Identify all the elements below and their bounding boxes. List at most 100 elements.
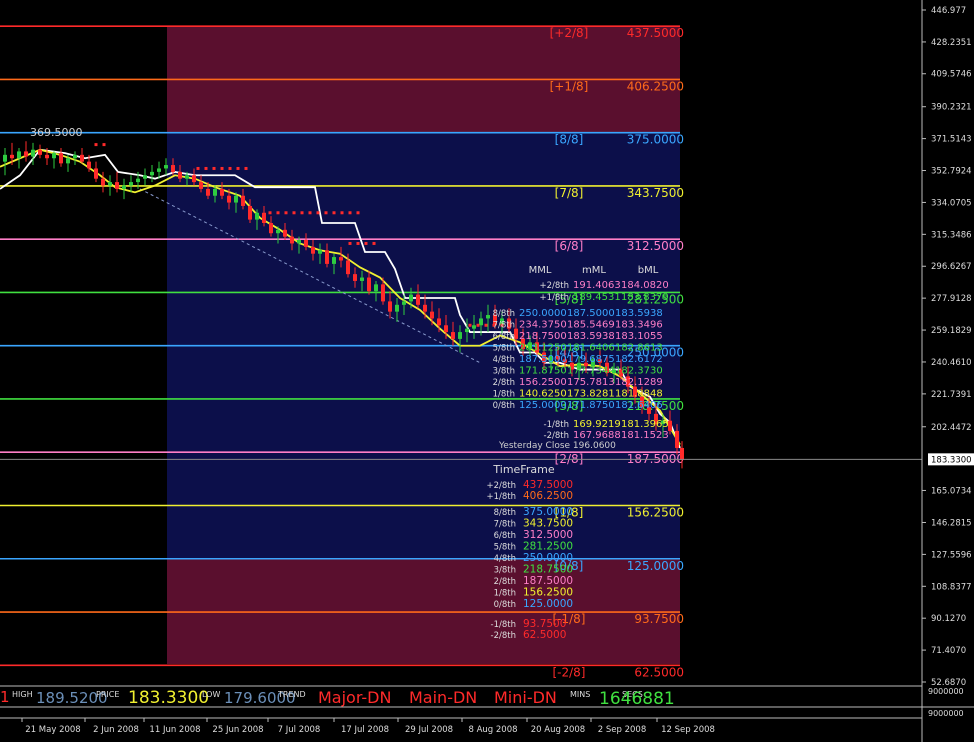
status-trend-mini: Mini-DN (494, 688, 557, 707)
timeframe-row-value: 187.5000 (523, 575, 573, 587)
timeframe-row-value: 343.7500 (523, 518, 573, 530)
candle-body (73, 154, 77, 159)
time-tick-label: 8 Aug 2008 (468, 725, 517, 735)
mml-row-mvalue: 171.8750 (567, 400, 615, 411)
status-low-label: LOW (202, 690, 220, 699)
mml-row-bvalue: 182.8613 (615, 343, 663, 354)
mml-row-value: 140.6250 (519, 389, 567, 400)
price-chart[interactable]: [+2/8] 437.5000 [+1/8] 406.2500 [8/8] 375.000… (0, 0, 974, 742)
level-value: 343.7500 (627, 186, 684, 200)
mml-row-label: 4/8th (493, 355, 515, 365)
mml-row-bvalue: 181.6406 (615, 400, 663, 411)
candle-body (675, 430, 679, 448)
status-mins-label: MINS (570, 690, 590, 699)
stop-dot (268, 211, 272, 215)
candle-body (395, 304, 399, 312)
timeframe-row-label: 3/8th (494, 566, 516, 576)
current-price-tag-label: 183.3300 (931, 455, 972, 465)
mml-header: MML (529, 265, 552, 276)
timeframe-title: TimeFrame (492, 463, 554, 476)
price-tick-label: 390.2321 (931, 103, 972, 113)
yesterday-close-label: Yesterday Close 196.0600 (498, 441, 616, 451)
status-timer-value: 1646881 (599, 689, 675, 709)
mml-row-label: 6/8th (493, 332, 515, 342)
mml-row-bvalue: 183.5938 (615, 308, 663, 319)
candle-body (213, 188, 217, 196)
candle-body (164, 165, 168, 169)
candle-body (479, 318, 483, 326)
candle-body (143, 175, 147, 179)
candle-body (108, 182, 112, 186)
price-tick-label: 90.1270 (931, 614, 966, 624)
mml-row-value: 125.0000 (519, 400, 567, 411)
stop-dot (468, 323, 472, 327)
candle-body (66, 158, 70, 164)
stop-dot (316, 211, 320, 215)
candle-body (304, 240, 308, 247)
timeframe-row-value: 406.2500 (523, 490, 573, 502)
status-lead: 1 (0, 688, 10, 706)
stop-dot (276, 211, 280, 215)
candle-body (150, 171, 154, 176)
sub-axis-bottom: 9000000 (928, 709, 964, 718)
status-trend-main: Main-DN (409, 688, 477, 707)
mml-row-mvalue: 181.6406 (567, 343, 615, 354)
stop-dot (364, 241, 368, 245)
candle-body (157, 168, 161, 172)
candle-body (346, 260, 350, 275)
candle-body (437, 318, 441, 326)
time-tick-label: 2 Sep 2008 (598, 725, 646, 735)
timeframe-row-label: 0/8th (494, 600, 516, 610)
mml-row-value: 171.8750 (519, 366, 567, 377)
candle-body (38, 149, 42, 155)
mml-row-value: 156.2500 (519, 377, 567, 388)
timeframe-row-label: 6/8th (494, 531, 516, 541)
stop-dot (324, 211, 328, 215)
mml-row-value: 191.4063 (573, 280, 621, 291)
price-tick-label: 334.0705 (931, 198, 972, 208)
candle-body (262, 212, 266, 224)
candle-body (248, 205, 252, 220)
price-tick-label: 71.4070 (931, 646, 966, 656)
stop-dot (300, 211, 304, 215)
mml-row-label: 5/8th (493, 344, 515, 354)
mml-row-value: 167.9688 (573, 430, 621, 441)
mml-row-mvalue: 187.5000 (567, 308, 615, 319)
candle-body (297, 240, 301, 244)
candle-body (325, 250, 329, 264)
candle-body (241, 195, 245, 206)
mml-row-value: 203.1250 (519, 343, 567, 354)
mml-row-mvalue: 177.7344 (567, 366, 615, 377)
mml-header: mML (582, 265, 606, 276)
stop-dot (356, 211, 360, 215)
time-tick-label: 7 Jul 2008 (278, 725, 321, 735)
stop-dot (332, 211, 336, 215)
mml-row-mvalue: 183.8379 (621, 292, 669, 303)
candle-body (332, 257, 336, 264)
candle-body (220, 188, 224, 196)
time-tick-label: 25 Jun 2008 (212, 725, 263, 735)
timeframe-row-value: 281.2500 (523, 541, 573, 553)
mml-row-label: +2/8th (539, 281, 569, 291)
timeframe-row-label: 8/8th (494, 508, 516, 518)
candle-body (87, 161, 91, 169)
mml-row-bvalue: 182.1289 (615, 377, 663, 388)
mml-row-mvalue: 181.1523 (621, 430, 669, 441)
candle-body (311, 246, 315, 254)
candle-body (680, 447, 684, 460)
candle-body (465, 328, 469, 333)
level-value: 93.7500 (634, 612, 684, 626)
mml-row-label: -2/8th (544, 431, 569, 441)
mml-row-mvalue: 183.5938 (567, 331, 615, 342)
status-trend-label: TREND (277, 690, 306, 699)
candle-body (388, 301, 392, 312)
candle-body (367, 277, 371, 292)
price-tick-label: 202.4472 (931, 423, 972, 433)
price-tick-label: 108.8377 (931, 582, 972, 592)
timeframe-row-value: 125.0000 (523, 598, 573, 610)
time-tick-label: 20 Aug 2008 (531, 725, 585, 735)
candle-body (199, 182, 203, 189)
mml-row-mvalue: 185.5469 (567, 320, 615, 331)
candle-body (472, 325, 476, 329)
time-tick-label: 2 Jun 2008 (93, 725, 139, 735)
